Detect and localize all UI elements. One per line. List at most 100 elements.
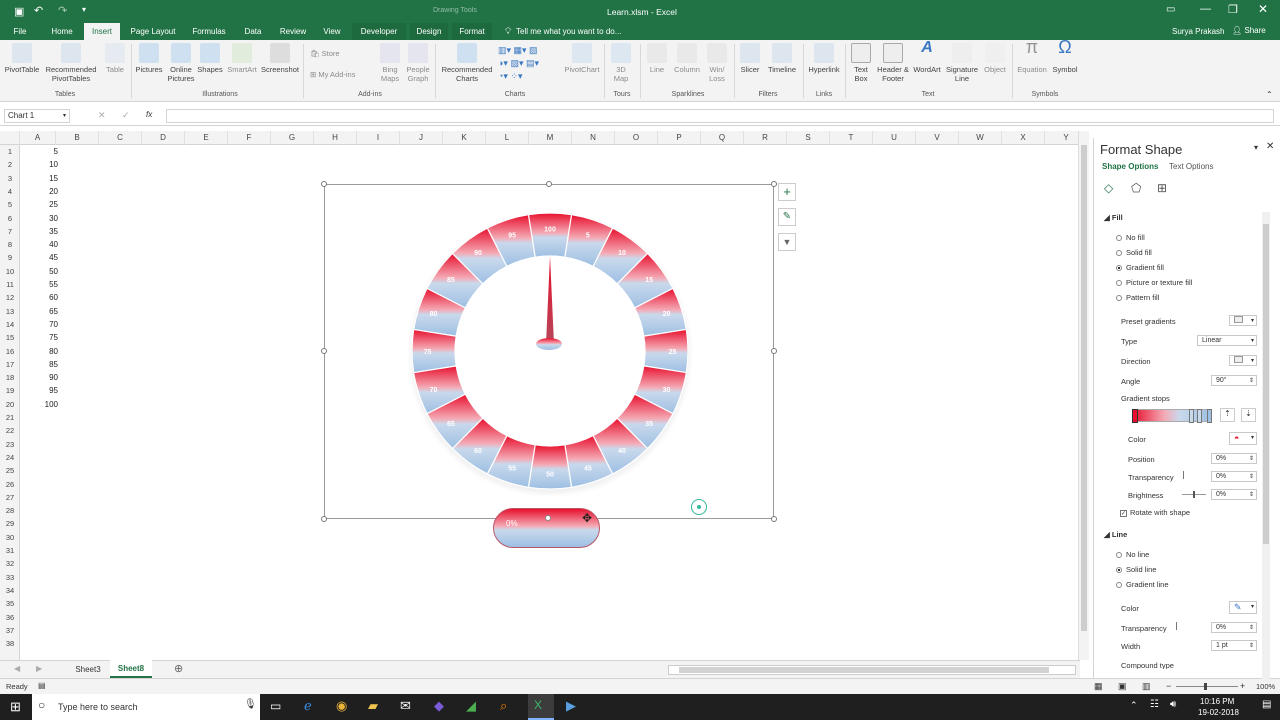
row-header[interactable]: 32 <box>0 557 20 570</box>
spinner-icon[interactable]: ⇕ <box>1249 623 1254 633</box>
zoom-level[interactable]: 100% <box>1256 682 1275 691</box>
notifications-icon[interactable]: ▤ <box>1262 699 1271 710</box>
brightness-slider-thumb[interactable] <box>1193 491 1195 498</box>
gauge-segment[interactable] <box>527 444 573 490</box>
line-transparency-input[interactable]: 0% ⇕ <box>1211 622 1257 633</box>
pivotchart-button[interactable]: PivotChart <box>564 43 600 74</box>
header-footer-button[interactable]: Header & Footer <box>874 43 912 83</box>
redo-icon[interactable]: ↷ <box>58 4 67 17</box>
excel-taskbar-button[interactable]: X <box>528 694 554 720</box>
spinner-icon[interactable]: ⇕ <box>1249 472 1254 482</box>
column-header[interactable]: P <box>658 131 701 145</box>
gradient-stop-4[interactable] <box>1207 409 1212 423</box>
row-header[interactable]: 34 <box>0 584 20 597</box>
tab-shape-options[interactable]: Shape Options <box>1102 162 1158 171</box>
my-addins-button[interactable]: ⊞ My Add-ins <box>310 70 376 79</box>
app-icon-4[interactable]: ▶ <box>566 698 576 714</box>
pictures-button[interactable]: Pictures <box>134 43 164 74</box>
tab-data[interactable]: Data <box>236 23 270 40</box>
row-header[interactable]: 12 <box>0 291 20 304</box>
pane-options-icon[interactable]: ▾ <box>1254 143 1258 152</box>
macro-record-icon[interactable]: ▤ <box>38 681 46 690</box>
close-icon[interactable]: ✕ <box>1258 2 1268 16</box>
no-fill-radio[interactable]: No fill <box>1116 233 1145 242</box>
column-header[interactable]: J <box>400 131 443 145</box>
gauge-segment[interactable] <box>527 212 573 258</box>
position-input[interactable]: 0% ⇕ <box>1211 453 1257 464</box>
resize-handle[interactable] <box>771 348 777 354</box>
screenshot-button[interactable]: Screenshot <box>260 43 300 74</box>
fill-line-icon[interactable]: ◇ <box>1104 181 1113 195</box>
tab-formulas[interactable]: Formulas <box>186 23 232 40</box>
column-header[interactable]: X <box>1002 131 1045 145</box>
resize-handle[interactable] <box>321 516 327 522</box>
row-header[interactable]: 23 <box>0 438 20 451</box>
column-header[interactable]: U <box>873 131 916 145</box>
column-header[interactable]: E <box>185 131 228 145</box>
name-box-dropdown-icon[interactable]: ▾ <box>63 110 66 122</box>
text-box-button[interactable]: Text Box <box>850 43 872 83</box>
column-header[interactable]: Q <box>701 131 744 145</box>
line-transparency-slider[interactable] <box>1176 622 1177 630</box>
slicer-button[interactable]: Slicer <box>738 43 762 74</box>
resize-handle[interactable] <box>321 348 327 354</box>
gradient-fill-radio[interactable]: Gradient fill <box>1116 263 1164 272</box>
resize-handle[interactable] <box>546 181 552 187</box>
column-sparkline-button[interactable]: Column <box>672 43 702 74</box>
cell-a[interactable]: 15 <box>18 174 58 183</box>
cell-a[interactable]: 40 <box>18 240 58 249</box>
column-header[interactable]: H <box>314 131 357 145</box>
share-button[interactable]: 👤︎ Share <box>1232 26 1266 35</box>
row-header[interactable]: 13 <box>0 305 20 318</box>
scroll-left-icon[interactable]: ◀ <box>14 664 20 673</box>
type-dropdown[interactable]: Linear ▾ <box>1197 335 1257 346</box>
tab-insert[interactable]: Insert <box>84 23 120 40</box>
resize-handle[interactable] <box>771 516 777 522</box>
symbol-button[interactable]: Ω Symbol <box>1050 38 1080 74</box>
user-name[interactable]: Surya Prakash <box>1172 27 1224 36</box>
stop-color-picker[interactable]: ◓ ▾ <box>1229 432 1257 445</box>
enter-icon[interactable]: ✓ <box>122 110 130 121</box>
smartart-button[interactable]: SmartArt <box>226 43 258 74</box>
gauge-segment[interactable] <box>411 328 457 374</box>
row-header[interactable]: 4 <box>0 185 20 198</box>
table-button[interactable]: Table <box>102 43 128 74</box>
tab-developer[interactable]: Developer <box>352 23 406 40</box>
cell-a[interactable]: 75 <box>18 333 58 342</box>
cell-a[interactable]: 25 <box>18 200 58 209</box>
gradient-stop-2[interactable] <box>1189 409 1194 423</box>
name-box[interactable]: Chart 1 ▾ <box>4 109 70 123</box>
tray-chevron-icon[interactable]: ⌃ <box>1130 700 1138 711</box>
signature-line-button[interactable]: Signature Line <box>944 43 980 83</box>
row-header[interactable]: 38 <box>0 637 20 650</box>
vertical-scroll-thumb[interactable] <box>1081 145 1087 631</box>
column-header[interactable]: K <box>443 131 486 145</box>
line-color-picker[interactable]: ✎ ▾ <box>1229 601 1257 614</box>
zoom-slider[interactable] <box>1176 683 1238 690</box>
store-button[interactable]: 🛍︎ Store <box>310 49 350 58</box>
chrome-icon[interactable]: ◉ <box>336 698 347 714</box>
gauge-segment[interactable] <box>643 328 689 374</box>
cell-a[interactable]: 50 <box>18 267 58 276</box>
save-icon[interactable]: ▣ <box>14 5 24 18</box>
cancel-icon[interactable]: ✕ <box>98 110 106 121</box>
gauge-chart[interactable]: 100 5 10 15 20 25 30 35 40 45 50 55 60 65 70 75 80 85 90 95 <box>400 204 700 504</box>
gradient-stops-bar[interactable] <box>1132 409 1212 423</box>
rotate-handle[interactable] <box>691 499 707 515</box>
tab-home[interactable]: Home <box>44 23 80 40</box>
tab-text-options[interactable]: Text Options <box>1169 162 1213 171</box>
pattern-fill-radio[interactable]: Pattern fill <box>1116 293 1159 302</box>
vertical-scrollbar[interactable] <box>1078 131 1089 660</box>
cell-a[interactable]: 10 <box>18 160 58 169</box>
preset-gradients-dropdown[interactable]: ▾ <box>1229 315 1257 326</box>
minimize-icon[interactable]: — <box>1200 3 1211 15</box>
app-icon-2[interactable]: ◢ <box>466 698 476 714</box>
pane-scroll-thumb[interactable] <box>1263 224 1269 544</box>
column-header[interactable]: I <box>357 131 400 145</box>
app-icon-1[interactable]: ◆ <box>434 698 444 714</box>
row-header[interactable]: 33 <box>0 571 20 584</box>
cell-a[interactable]: 55 <box>18 280 58 289</box>
hyperlink-button[interactable]: Hyperlink <box>806 43 842 74</box>
transparency-input[interactable]: 0% ⇕ <box>1211 471 1257 482</box>
row-header[interactable]: 17 <box>0 358 20 371</box>
